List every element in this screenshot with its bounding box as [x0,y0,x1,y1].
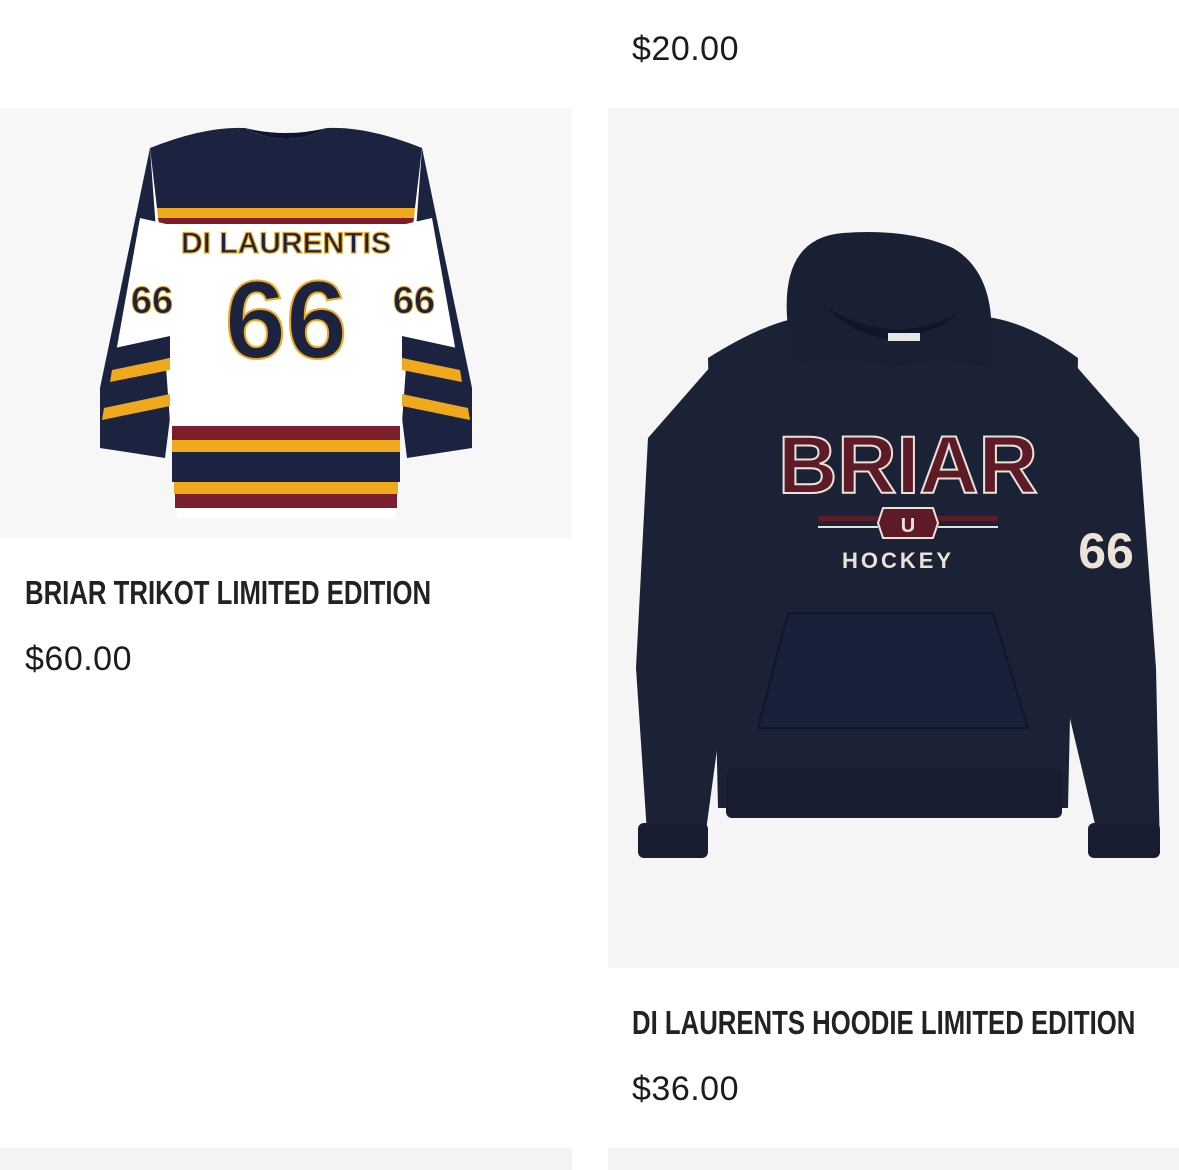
hoodie-illustration: BRIAR U HOCKEY 66 [636,232,1160,858]
product-title[interactable]: DI LAURENTS HOODIE LIMITED EDITION [632,1004,1135,1042]
product-price: $20.00 [632,30,739,68]
jersey-number-print: 66 [225,259,347,382]
product-price: $60.00 [25,640,132,678]
navy-hoodie-image[interactable]: BRIAR U HOCKEY 66 [608,108,1179,968]
next-product-image[interactable] [0,1148,572,1170]
hockey-jersey-image[interactable]: DI LAURENTIS 66 66 66 [0,108,572,538]
product-title[interactable]: BRIAR TRIKOT LIMITED EDITION [25,574,431,612]
hoodie-sleeve-number: 66 [1078,523,1134,579]
product-card-briar-trikot[interactable]: DI LAURENTIS 66 66 66 BRIAR TRIKOT LIMIT… [0,108,572,708]
hoodie-crest-print: U [901,515,915,537]
hoodie-brand-print: BRIAR [778,420,1038,511]
product-card-di-laurents-hoodie[interactable]: BRIAR U HOCKEY 66 DI LAURENTS HOODIE LIM… [608,108,1179,1118]
product-price: $36.00 [632,1070,739,1108]
jersey-name-print: DI LAURENTIS [181,227,391,260]
next-product-image[interactable] [608,1148,1179,1170]
hoodie-sub-print: HOCKEY [842,548,954,573]
jersey-left-sleeve-number: 66 [131,280,173,322]
jersey-right-sleeve-number: 66 [393,280,435,322]
jersey-illustration: DI LAURENTIS 66 66 66 [100,127,472,519]
